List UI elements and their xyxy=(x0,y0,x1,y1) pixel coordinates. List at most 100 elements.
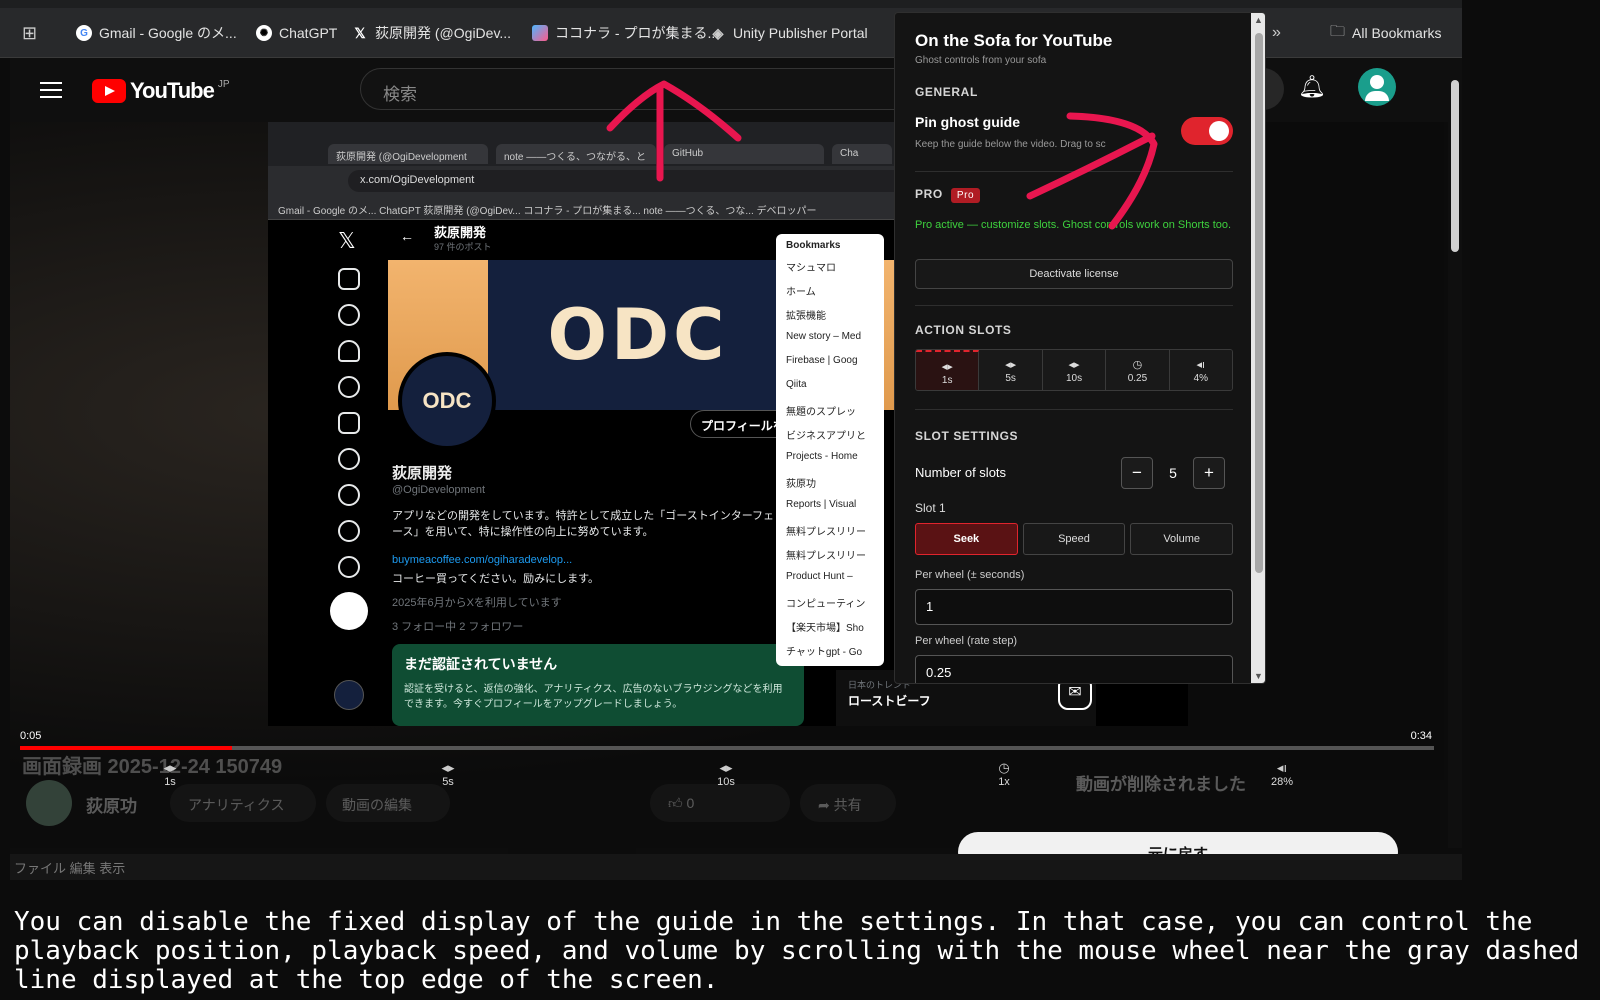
section-pro: PRO Pro xyxy=(915,187,1233,203)
divider xyxy=(915,305,1233,306)
ghost-slot-seek-1[interactable]: ◂▸ 1s xyxy=(140,760,200,788)
unity-icon: ◈ xyxy=(712,24,724,41)
action-slot-1[interactable]: ◂▸ 1s xyxy=(916,350,980,390)
profile-tagline: コーヒー買ってください。励みにします。 xyxy=(392,573,600,585)
divider xyxy=(915,171,1233,172)
inner-bookmarks-menu: Bookmarks マシュマロ ホーム 拡張機能 New story – Med… xyxy=(776,234,884,666)
mode-seek-button[interactable]: Seek xyxy=(915,523,1018,555)
tab-strip xyxy=(0,0,1462,8)
notifications-bell-icon[interactable]: 🔔︎ xyxy=(1298,74,1330,106)
people-icon xyxy=(338,376,360,398)
per-wheel-rate-input[interactable]: 0.25 xyxy=(915,655,1233,683)
screen: ⊞ G Gmail - Google のメ... ✺ ChatGPT 𝕏 荻原開発 (… xyxy=(0,0,1600,1000)
account-avatar[interactable] xyxy=(1358,68,1396,106)
time-current: 0:05 xyxy=(20,730,42,742)
divider xyxy=(915,409,1233,410)
bookmark-chatgpt[interactable]: ✺ ChatGPT xyxy=(256,22,337,44)
chatgpt-icon: ✺ xyxy=(256,25,272,41)
folder-icon: 🗀 xyxy=(1330,22,1346,40)
apps-icon[interactable]: ⊞ xyxy=(22,22,37,44)
extension-popup: On the Sofa for YouTube Ghost controls f… xyxy=(894,12,1266,684)
ghost-slot-speed[interactable]: ◷ 1x xyxy=(974,760,1034,788)
youtube-play-icon xyxy=(92,79,126,103)
profile-joined: 2025年6月からXを利用しています xyxy=(392,597,562,609)
bell-icon xyxy=(338,340,360,362)
pin-ghost-guide-help: Keep the guide below the video. Drag to … xyxy=(915,139,1106,150)
page-scrollbar-thumb[interactable] xyxy=(1451,80,1459,252)
bookmark-gmail[interactable]: G Gmail - Google のメ... xyxy=(76,22,237,44)
grok-icon xyxy=(338,448,360,470)
inner-tab: Cha xyxy=(832,144,892,164)
x-logo-icon: 𝕏 xyxy=(338,228,356,253)
increment-button[interactable]: + xyxy=(1193,457,1225,489)
editor-menu-strip: ファイル 編集 表示 xyxy=(10,854,1462,880)
page-scrollbar[interactable] xyxy=(1448,58,1462,848)
section-slot-settings: SLOT SETTINGS xyxy=(915,429,1019,443)
mode-volume-button[interactable]: Volume xyxy=(1130,523,1234,555)
search-icon xyxy=(338,304,360,326)
caption-text: You can disable the fixed display of the… xyxy=(14,907,1580,995)
action-slot-3[interactable]: ◂▸ 10s xyxy=(1042,350,1107,390)
number-of-slots-value: 5 xyxy=(1169,465,1177,481)
number-of-slots-stepper: − 5 + xyxy=(1121,457,1225,489)
popup-scrollbar-thumb[interactable] xyxy=(1255,33,1263,573)
action-slot-5[interactable]: ◂ı 4% xyxy=(1169,350,1232,390)
all-bookmarks-button[interactable]: 🗀 All Bookmarks xyxy=(1330,22,1441,44)
ghost-slot-seek-10[interactable]: ◂▸ 10s xyxy=(696,760,756,788)
per-wheel-seconds-input[interactable]: 1 xyxy=(915,589,1233,625)
section-general: GENERAL xyxy=(915,85,978,99)
ghost-slot-seek-5[interactable]: ◂▸ 5s xyxy=(418,760,478,788)
profile-follow-counts: 3 フォロー中 2 フォロワー xyxy=(392,621,524,633)
menu-icon[interactable] xyxy=(40,82,62,98)
more-bookmarks-icon[interactable]: » xyxy=(1272,22,1281,44)
slot-mode-selector: Seek Speed Volume xyxy=(915,523,1234,555)
x-sidebar: 𝕏 xyxy=(268,220,388,726)
scroll-up-icon[interactable]: ▲ xyxy=(1254,15,1263,25)
inner-tab: GitHub xyxy=(664,144,824,164)
bookmark-unity[interactable]: ◈ Unity Publisher Portal xyxy=(710,22,868,44)
popup-scrollbar[interactable]: ▲ ▼ xyxy=(1251,13,1265,683)
profile-handle: @OgiDevelopment xyxy=(392,484,486,496)
bookmark-coconala[interactable]: ココナラ - プロが集まる... xyxy=(532,22,719,44)
action-slots-row: ◂▸ 1s ◂▸ 5s ◂▸ 10s ◷ 0.25 ◂ı 4% xyxy=(915,349,1233,391)
progress-bar-fill xyxy=(20,746,233,750)
account-avatar-small xyxy=(334,680,364,710)
bookmark-x[interactable]: 𝕏 荻原開発 (@OgiDev... xyxy=(352,22,511,44)
inner-tab: 荻原開発 (@OgiDevelopment xyxy=(328,144,488,164)
profile-bio: アプリなどの開発をしています。特許として成立した「ゴーストインターフェース」を用… xyxy=(392,510,775,538)
popup-title: On the Sofa for YouTube xyxy=(915,31,1113,50)
slot-name-label: Slot 1 xyxy=(915,501,946,515)
inner-tab: note ——つくる、つながる、とど xyxy=(496,144,656,178)
post-button-icon xyxy=(330,592,368,630)
per-wheel-rate-label: Per wheel (rate step) xyxy=(915,635,1018,647)
profile-link: buymeacoffee.com/ogiharadevelop... xyxy=(392,554,573,566)
x-icon: 𝕏 xyxy=(354,24,366,41)
verification-card: まだ認証されていません 認証を受けると、返信の強化、アナリティクス、広告のないブ… xyxy=(392,644,804,726)
home-icon xyxy=(338,268,360,290)
decrement-button[interactable]: − xyxy=(1121,457,1153,489)
more-icon xyxy=(338,556,360,578)
profile-icon xyxy=(338,520,360,542)
mail-icon xyxy=(338,412,360,434)
progress-track[interactable] xyxy=(20,746,1434,750)
deactivate-license-button[interactable]: Deactivate license xyxy=(915,259,1233,289)
section-action-slots: ACTION SLOTS xyxy=(915,323,1012,337)
ghost-slot-volume[interactable]: ◂ı 28% xyxy=(1252,760,1312,788)
popup-subtitle: Ghost controls from your sofa xyxy=(915,55,1047,66)
player-controls: 0:05 0:34 ◂▸ 1s ◂▸ 5s ◂▸ 10s ◷ 1x ◂ı 28% xyxy=(10,726,1444,804)
pro-status: Pro active — customize slots. Ghost cont… xyxy=(915,219,1232,231)
action-slot-4[interactable]: ◷ 0.25 xyxy=(1106,350,1170,390)
coconala-icon xyxy=(532,25,548,41)
youtube-logo[interactable]: YouTube JP xyxy=(92,78,230,104)
profile-name: 荻原開発 xyxy=(392,465,453,482)
action-slot-2[interactable]: ◂▸ 5s xyxy=(979,350,1043,390)
search-input[interactable]: 検索 xyxy=(360,68,920,110)
subtitle-caption: You can disable the fixed display of the… xyxy=(0,880,1600,1000)
scroll-down-icon[interactable]: ▼ xyxy=(1254,671,1263,681)
pro-badge: Pro xyxy=(950,188,981,203)
time-total: 0:34 xyxy=(1410,730,1432,742)
back-arrow-icon: ← xyxy=(400,228,414,244)
pin-ghost-guide-toggle[interactable] xyxy=(1181,117,1233,145)
per-wheel-seconds-label: Per wheel (± seconds) xyxy=(915,569,1025,581)
mode-speed-button[interactable]: Speed xyxy=(1022,523,1126,555)
